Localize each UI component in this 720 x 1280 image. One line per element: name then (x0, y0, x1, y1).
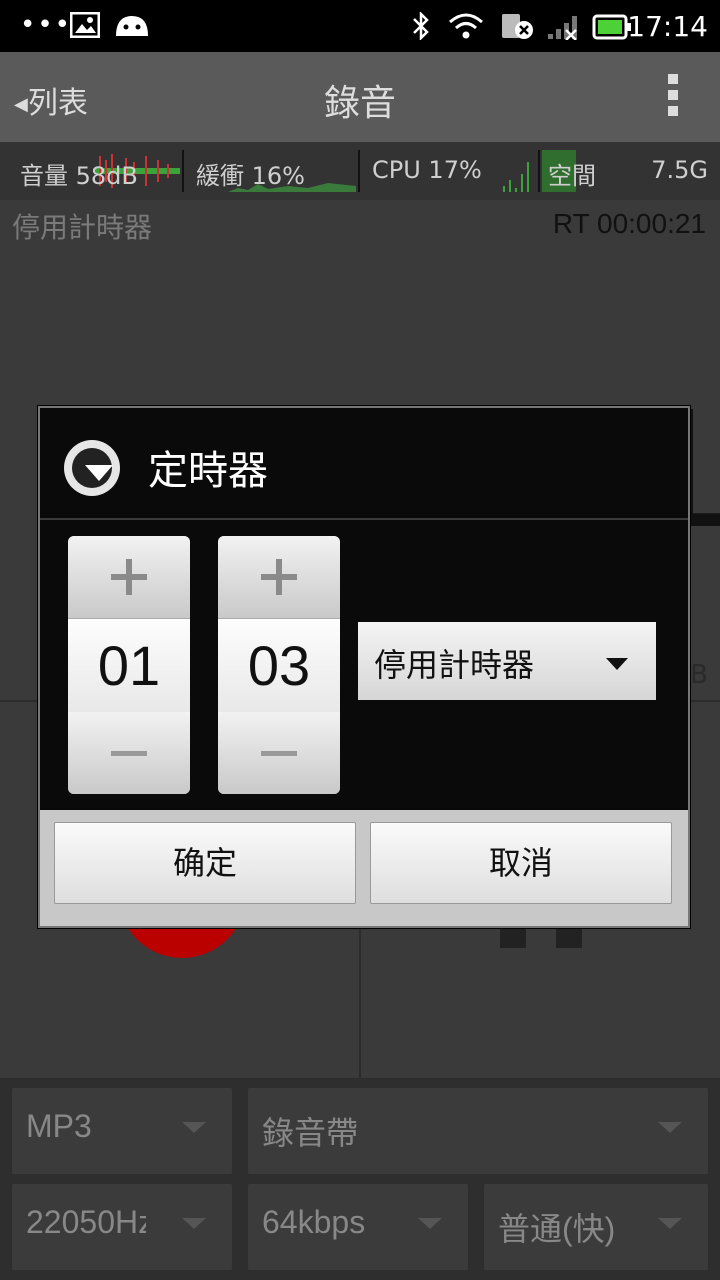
sample-rate-value: 22050Hz (26, 1204, 146, 1240)
plus-icon (126, 559, 132, 595)
divider (538, 150, 540, 192)
menu-dot-icon (668, 106, 678, 116)
space-meter-label: 空間 (548, 162, 596, 190)
hours-stepper[interactable]: 01 (68, 536, 190, 794)
overflow-menu-button[interactable] (668, 74, 680, 122)
buffer-meter-label: 緩衝 16% (196, 162, 305, 190)
dropdown-arrow-icon (606, 658, 628, 670)
format-select[interactable]: MP3 (12, 1088, 232, 1174)
dropdown-arrow-icon (658, 1122, 682, 1133)
divider (182, 150, 184, 192)
sim-error-icon (502, 14, 533, 39)
volume-meter-label: 音量 58dB (20, 162, 138, 190)
dialog-title: 定時器 (148, 448, 268, 494)
notification-dots: ••• (20, 10, 73, 40)
source-select[interactable]: 錄音帶 (248, 1088, 708, 1174)
cpu-meter-label: CPU 17% (372, 156, 482, 184)
meters-bar: 音量 58dB 緩衝 16% CPU 17% 空間 7.5G (0, 142, 720, 202)
wifi-icon (449, 13, 483, 39)
bitrate-select[interactable]: 64kbps (248, 1184, 468, 1270)
timer-mode-value: 停用計時器 (374, 646, 535, 684)
rt-time: RT 00:00:21 (552, 208, 706, 239)
battery-icon (592, 14, 631, 40)
divider (358, 150, 360, 192)
timer-dropdown-icon (64, 440, 120, 496)
source-value: 錄音帶 (262, 1115, 359, 1151)
minutes-value[interactable]: 03 (218, 618, 340, 714)
timer-mode-select[interactable]: 停用計時器 (358, 622, 656, 700)
minutes-stepper[interactable]: 03 (218, 536, 340, 794)
hours-increment-button[interactable] (68, 536, 190, 618)
image-icon (70, 12, 100, 38)
hours-value[interactable]: 01 (68, 618, 190, 714)
timer-mode-text: 停用計時器 (12, 211, 153, 244)
settings-panel: MP3 錄音帶 22050Hz 64kbps 普通(快) (0, 1078, 720, 1280)
signal-icon (548, 16, 577, 40)
minutes-decrement-button[interactable] (218, 712, 340, 794)
cancel-button[interactable]: 取消 (370, 822, 672, 904)
page-title: 錄音 (323, 83, 396, 124)
format-value: MP3 (26, 1108, 92, 1144)
dropdown-arrow-icon (658, 1218, 682, 1229)
dropdown-arrow-icon (418, 1218, 442, 1229)
menu-dot-icon (668, 74, 678, 84)
plus-icon (276, 559, 282, 595)
bitrate-value: 64kbps (262, 1204, 366, 1240)
ok-button[interactable]: 确定 (54, 822, 356, 904)
quality-select[interactable]: 普通(快) (484, 1184, 708, 1270)
timer-dialog: 定時器 01 03 停用計時器 确定 取消 (38, 406, 690, 928)
minutes-increment-button[interactable] (218, 536, 340, 618)
space-value: 7.5G (651, 156, 708, 184)
action-bar: ◀列表 錄音 (0, 52, 720, 142)
sample-rate-select[interactable]: 22050Hz (12, 1184, 232, 1270)
minus-icon (261, 751, 297, 756)
clock: 17:14 (627, 10, 708, 43)
status-bar: ••• 17:14 (0, 0, 720, 52)
dropdown-arrow-icon (182, 1122, 206, 1133)
dialog-button-bar: 确定 取消 (40, 810, 688, 926)
dropdown-arrow-icon (182, 1218, 206, 1229)
dialog-header: 定時器 (40, 408, 688, 520)
hours-decrement-button[interactable] (68, 712, 190, 794)
android-icon (116, 16, 148, 36)
bluetooth-icon (413, 12, 429, 40)
menu-dot-icon (668, 90, 678, 100)
cpu-graph (503, 162, 529, 192)
quality-value: 普通(快) (498, 1211, 616, 1247)
minus-icon (111, 751, 147, 756)
